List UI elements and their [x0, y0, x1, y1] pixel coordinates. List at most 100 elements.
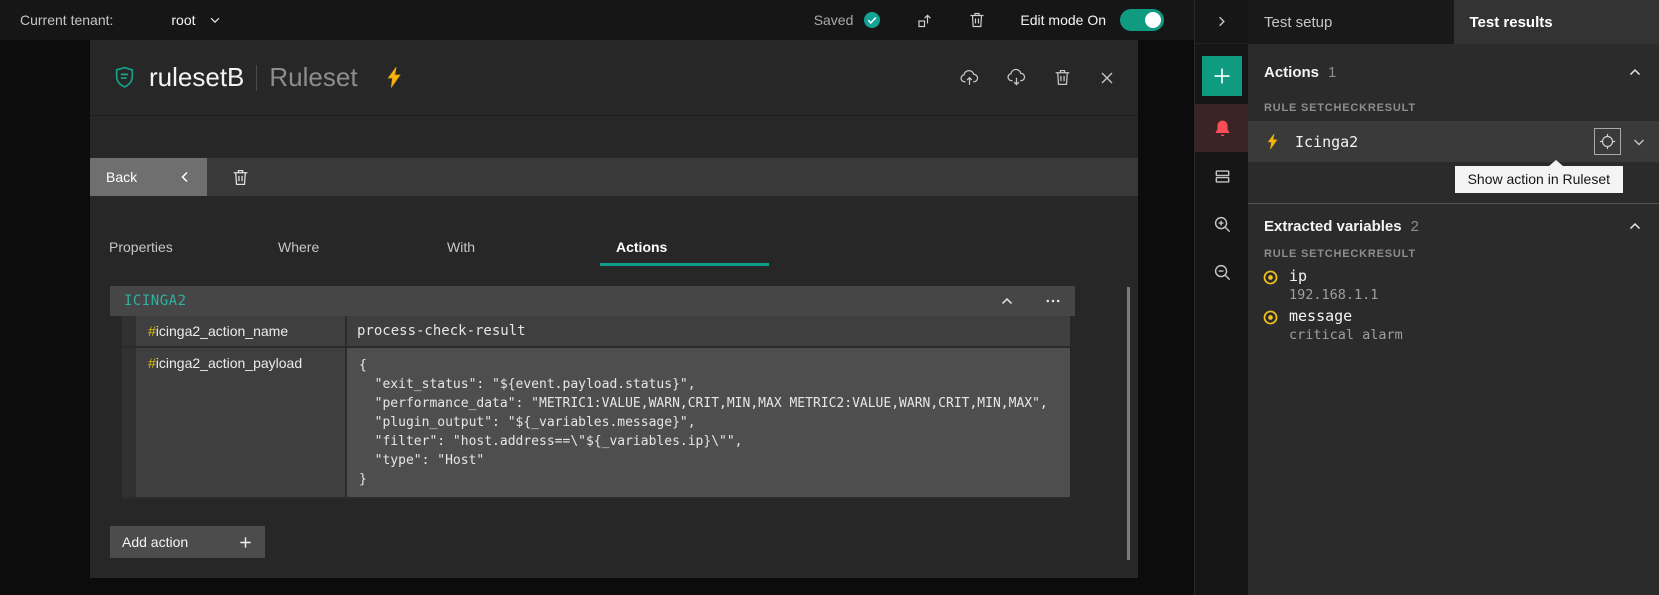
saved-check-icon	[863, 11, 881, 29]
alarm-button[interactable]	[1195, 104, 1249, 152]
vertical-scrollbar[interactable]	[1127, 287, 1130, 560]
param-value-action-name[interactable]: process-check-result	[347, 316, 1070, 346]
overflow-menu-icon	[1045, 293, 1061, 309]
rows-icon	[1213, 167, 1232, 186]
close-icon	[1098, 69, 1116, 87]
plus-icon	[238, 535, 253, 550]
ruleset-dialog: rulesetB Ruleset	[90, 40, 1138, 578]
chevron-up-icon	[999, 293, 1015, 309]
hash-prefix: #	[148, 323, 156, 339]
collapse-variables-button[interactable]	[1627, 218, 1643, 234]
actions-section-title: Actions	[1264, 64, 1319, 81]
tooltip-text: Show action in Ruleset	[1468, 171, 1610, 187]
alarm-bell-icon	[1213, 119, 1232, 138]
rows-view-button[interactable]	[1195, 152, 1249, 200]
hash-prefix: #	[148, 355, 156, 371]
add-action-button[interactable]: Add action	[110, 526, 265, 558]
icinga2-action-group: ICINGA2 #icinga2_action_name p	[110, 286, 1075, 499]
tab-with[interactable]: With	[431, 230, 600, 266]
tab-test-setup[interactable]: Test setup	[1248, 0, 1454, 44]
variable-name: message	[1289, 307, 1649, 326]
export-button[interactable]	[915, 11, 934, 30]
close-dialog-button[interactable]	[1098, 69, 1116, 87]
delete-action-button[interactable]	[231, 168, 250, 187]
collapse-actions-button[interactable]	[1627, 64, 1643, 80]
cloud-upload-icon	[959, 67, 980, 88]
zoom-out-button[interactable]	[1195, 248, 1249, 296]
variable-value: 192.168.1.1	[1289, 286, 1649, 304]
rule-group-label: RULE SETCHECKRESULT	[1264, 102, 1416, 114]
action-parameter-table: #icinga2_action_name process-check-resul…	[122, 316, 1070, 499]
variables-section-header[interactable]: Extracted variables 2	[1248, 212, 1659, 240]
test-panel: Test setup Test results Actions 1 RULE S…	[1248, 0, 1659, 595]
param-value-text: process-check-result	[347, 316, 1070, 346]
zoom-in-button[interactable]	[1195, 200, 1249, 248]
payload-code-block: { "exit_status": "${event.payload.status…	[347, 348, 1070, 497]
trash-icon	[968, 11, 986, 29]
ruleset-shield-icon	[112, 65, 137, 90]
zoom-in-icon	[1213, 215, 1232, 234]
show-action-in-ruleset-button[interactable]	[1594, 128, 1621, 155]
actions-count-badge: 1	[1328, 64, 1336, 81]
extracted-variables-list: ip 192.168.1.1 message critical alarm	[1262, 267, 1649, 347]
tenant-select[interactable]: root	[171, 12, 221, 28]
app-frame: Current tenant: root Saved Edit mode On	[0, 0, 1659, 595]
param-key-label: icinga2_action_payload	[156, 355, 302, 371]
delete-ruleset-button[interactable]	[1053, 68, 1072, 87]
tenant-value: root	[171, 12, 195, 28]
variable-radio-icon	[1262, 309, 1289, 326]
action-result-name: Icinga2	[1295, 133, 1358, 151]
expand-action-button[interactable]	[1631, 134, 1647, 150]
action-tabs: Properties Where With Actions	[90, 230, 1138, 266]
action-result-row[interactable]: Icinga2	[1248, 121, 1659, 162]
variables-count-badge: 2	[1411, 218, 1419, 235]
dialog-type-label: Ruleset	[269, 62, 357, 93]
lightning-icon	[384, 66, 404, 90]
back-button-label: Back	[106, 169, 137, 185]
table-row: #icinga2_action_name process-check-resul…	[122, 316, 1070, 348]
action-group-header: ICINGA2	[110, 286, 1075, 316]
chevron-right-icon	[1214, 14, 1229, 29]
variable-value: critical alarm	[1289, 326, 1649, 344]
test-panel-tabs: Test setup Test results	[1248, 0, 1659, 44]
tool-strip	[1194, 0, 1248, 595]
toggle-knob	[1145, 12, 1161, 28]
delete-button[interactable]	[968, 11, 986, 29]
tab-properties[interactable]: Properties	[93, 230, 262, 266]
chevron-down-icon	[208, 13, 222, 27]
param-key-action-payload: #icinga2_action_payload	[136, 348, 347, 497]
tab-test-results[interactable]: Test results	[1454, 0, 1659, 44]
tooltip: Show action in Ruleset	[1455, 166, 1623, 193]
variable-item-message: message critical alarm	[1262, 307, 1649, 345]
save-status: Saved	[814, 11, 882, 29]
title-separator	[256, 65, 257, 91]
collapse-group-button[interactable]	[999, 293, 1015, 309]
upload-ruleset-button[interactable]	[959, 67, 980, 88]
top-bar: Current tenant: root Saved Edit mode On	[0, 0, 1194, 40]
export-icon	[915, 11, 934, 30]
add-event-button[interactable]	[1202, 56, 1242, 96]
param-key-action-name: #icinga2_action_name	[136, 316, 347, 346]
variable-radio-icon	[1262, 269, 1289, 286]
action-toolbar: Back	[90, 158, 1138, 196]
lightning-icon	[1265, 133, 1280, 151]
overflow-menu-button[interactable]	[1045, 293, 1061, 309]
row-gutter	[122, 348, 136, 497]
table-row: #icinga2_action_payload { "exit_status":…	[122, 348, 1070, 499]
trash-icon	[1053, 68, 1072, 87]
download-ruleset-button[interactable]	[1006, 67, 1027, 88]
trash-icon	[231, 168, 250, 187]
rule-group-label: RULE SETCHECKRESULT	[1264, 248, 1416, 260]
actions-section-header[interactable]: Actions 1	[1248, 58, 1659, 86]
back-button[interactable]: Back	[90, 158, 207, 196]
edit-mode-toggle[interactable]	[1120, 9, 1164, 31]
expand-panel-button[interactable]	[1195, 0, 1248, 44]
edit-mode-label: Edit mode On	[1020, 12, 1106, 28]
tab-actions[interactable]: Actions	[600, 230, 769, 266]
dialog-header: rulesetB Ruleset	[90, 40, 1138, 116]
tooltip-caret	[1549, 160, 1563, 166]
tab-where[interactable]: Where	[262, 230, 431, 266]
zoom-out-icon	[1213, 263, 1232, 282]
param-value-action-payload[interactable]: { "exit_status": "${event.payload.status…	[347, 348, 1070, 497]
row-gutter	[122, 316, 136, 346]
